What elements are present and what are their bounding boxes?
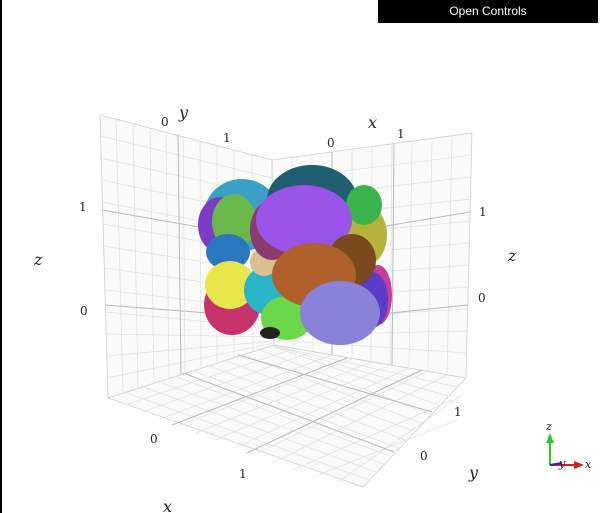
tick-z-left-1: 1 <box>79 200 87 214</box>
tick-z-right-0: 0 <box>478 291 486 305</box>
gizmo-x-label: x <box>585 458 592 471</box>
tick-y-bottom-0: 0 <box>420 449 428 463</box>
tick-x-bottom-1: 1 <box>239 467 247 481</box>
axis-label-y-bottom: y <box>469 463 479 482</box>
tick-x-top-1: 1 <box>397 127 405 141</box>
tick-z-left-0: 0 <box>80 304 88 318</box>
tick-y-top-1: 1 <box>223 131 231 145</box>
cell-dark-bottom[interactable] <box>260 327 280 339</box>
axis-label-y-top: y <box>179 103 189 122</box>
gizmo-z-label: z <box>546 420 552 433</box>
gizmo-y-label: y <box>559 457 566 470</box>
3d-viewport[interactable]: y x z z y x 0 1 0 1 1 0 1 0 0 1 1 0 z y … <box>2 0 600 513</box>
tick-x-bottom-0: 0 <box>150 432 158 446</box>
cell-lavender[interactable] <box>300 281 380 345</box>
tick-z-right-1: 1 <box>479 205 487 219</box>
axis-label-x-bottom: x <box>163 497 173 513</box>
tick-x-top-0: 0 <box>327 136 335 150</box>
axis-label-x-top: x <box>368 113 378 132</box>
axis-label-z-left: z <box>34 250 43 269</box>
tick-y-bottom-1: 1 <box>454 405 462 419</box>
open-controls-button[interactable]: Open Controls <box>378 0 598 23</box>
cell-cluster[interactable] <box>198 165 392 345</box>
axis-label-z-right: z <box>508 246 517 265</box>
tick-y-top-0: 0 <box>161 115 169 129</box>
